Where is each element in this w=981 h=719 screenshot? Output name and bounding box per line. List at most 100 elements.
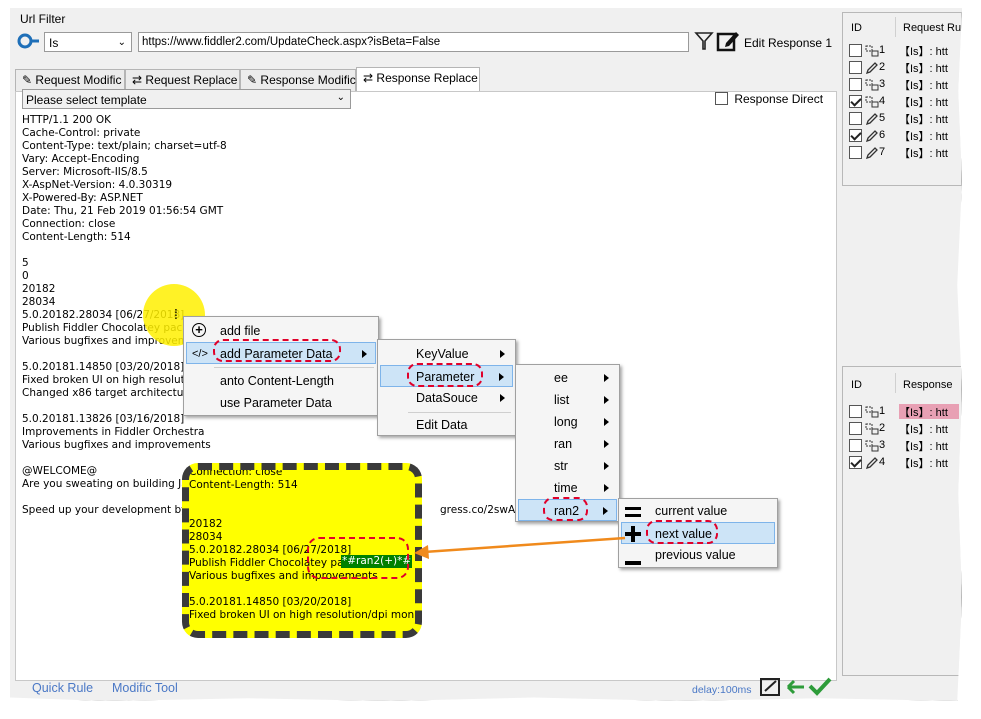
arrow-icon bbox=[414, 536, 626, 559]
url-filter-title: Url Filter bbox=[20, 12, 66, 26]
edit-response-label[interactable]: Edit Response 1 bbox=[744, 36, 832, 50]
rule-row[interactable]: 7 【Is】: htt bbox=[847, 145, 957, 161]
rule-id: 3 bbox=[879, 78, 886, 90]
editor-line: Various bugfixes and improvements bbox=[22, 439, 211, 451]
rule-checkbox[interactable] bbox=[849, 422, 862, 435]
rule-checkbox[interactable] bbox=[849, 112, 862, 125]
rule-row[interactable]: 2 【Is】: htt bbox=[847, 60, 957, 76]
url-input[interactable]: https://www.fiddler2.com/UpdateCheck.asp… bbox=[138, 32, 689, 52]
menu-item-label: use Parameter Data bbox=[220, 396, 332, 410]
rule-checkbox[interactable] bbox=[849, 95, 862, 108]
highlight-ring bbox=[407, 363, 483, 387]
rule-row[interactable]: 2 【Is】: htt bbox=[847, 421, 957, 437]
app-window: Url Filter Is ⌄ https://www.fiddler2.com… bbox=[10, 8, 962, 701]
menu-item-label: time bbox=[554, 481, 578, 495]
rule-id: 5 bbox=[879, 112, 886, 124]
menu-separator bbox=[408, 412, 511, 413]
zoom-line: Content-Length: 514 bbox=[189, 479, 298, 491]
rule-text: 【Is】: htt bbox=[899, 148, 948, 160]
tab-response-modific[interactable]: ✎ Response Modific bbox=[240, 69, 356, 91]
check-icon[interactable] bbox=[808, 676, 832, 699]
editor-line: Connection: close bbox=[22, 218, 116, 230]
resize-icon[interactable] bbox=[760, 677, 782, 700]
pencil-icon bbox=[865, 457, 879, 472]
menu-item-label: str bbox=[554, 459, 568, 473]
editor-line: 0 bbox=[22, 270, 29, 282]
rule-row[interactable]: 4 【Is】: htt bbox=[847, 455, 957, 471]
rule-text: 【Is】: htt bbox=[899, 131, 948, 143]
zoom-line bbox=[189, 505, 415, 518]
highlight-ring bbox=[307, 537, 409, 579]
menu-item-anto-content-length[interactable]: anto Content-Length bbox=[186, 370, 376, 392]
menu-item-use-parameter-data[interactable]: use Parameter Data bbox=[186, 392, 376, 414]
replace-icon bbox=[865, 96, 879, 111]
zoom-line bbox=[189, 583, 415, 596]
rule-id: 6 bbox=[879, 129, 886, 141]
rule-text: 【Is】: htt bbox=[899, 97, 948, 109]
rule-text: 【Is】: htt bbox=[899, 424, 948, 436]
rule-id: 1 bbox=[879, 44, 886, 56]
undo-icon[interactable] bbox=[784, 679, 806, 698]
menu-item-list[interactable]: list bbox=[518, 389, 617, 411]
rule-checkbox[interactable] bbox=[849, 146, 862, 159]
menu-item-keyvalue[interactable]: KeyValue bbox=[380, 343, 513, 365]
delay-label[interactable]: delay:100ms bbox=[692, 684, 752, 696]
tab-response-replace[interactable]: ⇄ Response Replace bbox=[356, 67, 480, 92]
menu-item-ee[interactable]: ee bbox=[518, 367, 617, 389]
rule-row[interactable]: 6 【Is】: htt bbox=[847, 128, 957, 144]
menu-item-label: list bbox=[554, 393, 570, 407]
rule-row[interactable]: 5 【Is】: htt bbox=[847, 111, 957, 127]
menu-item-label: add file bbox=[220, 324, 261, 338]
rule-checkbox[interactable] bbox=[849, 44, 862, 57]
rule-checkbox[interactable] bbox=[849, 456, 862, 469]
zoom-line: Connection: close bbox=[189, 466, 283, 478]
menu-item-time[interactable]: time bbox=[518, 477, 617, 499]
zoom-line: 5.0.20181.14850 [03/20/2018] bbox=[189, 596, 352, 608]
match-select[interactable]: Is ⌄ bbox=[44, 32, 132, 52]
rule-row[interactable]: 4 【Is】: htt bbox=[847, 94, 957, 110]
menu-item-label: Edit Data bbox=[416, 418, 468, 432]
rule-id: 4 bbox=[879, 456, 886, 468]
rule-checkbox[interactable] bbox=[849, 61, 862, 74]
quick-rule-tab[interactable]: Quick Rule bbox=[32, 681, 93, 695]
rule-checkbox[interactable] bbox=[849, 439, 862, 452]
context-menu-main: + add file </> add Parameter Data anto C… bbox=[183, 316, 379, 416]
editor-line: Improvements in Fiddler Orchestra bbox=[22, 426, 205, 438]
rule-checkbox[interactable] bbox=[849, 78, 862, 91]
menu-item-ran[interactable]: ran bbox=[518, 433, 617, 455]
pencil-icon bbox=[865, 62, 879, 77]
template-select[interactable]: Please select template ⌄ bbox=[22, 89, 351, 109]
menu-item-long[interactable]: long bbox=[518, 411, 617, 433]
menu-item-current-value[interactable]: current value bbox=[621, 500, 775, 522]
rule-text: 【Is】: htt bbox=[899, 441, 948, 453]
menu-separator bbox=[214, 367, 374, 368]
rule-row[interactable]: 3 【Is】: htt bbox=[847, 77, 957, 93]
tab-request-modific[interactable]: ✎ Request Modific bbox=[15, 69, 125, 91]
submenu-arrow-icon bbox=[604, 484, 609, 492]
menu-item-previous-value[interactable]: previous value bbox=[621, 544, 775, 566]
menu-item-datasouce[interactable]: DataSouce bbox=[380, 387, 513, 409]
rule-text: 【Is】: htt bbox=[899, 46, 948, 58]
rule-checkbox[interactable] bbox=[849, 129, 862, 142]
modific-tool-tab[interactable]: Modific Tool bbox=[112, 681, 178, 695]
response-direct-checkbox[interactable]: Response Direct bbox=[715, 92, 823, 108]
funnel-icon[interactable] bbox=[694, 30, 714, 52]
rule-row[interactable]: 3 【Is】: htt bbox=[847, 438, 957, 454]
pencil-icon bbox=[865, 113, 879, 128]
rule-id: 1 bbox=[879, 405, 886, 417]
checkbox[interactable] bbox=[715, 92, 728, 105]
edit-icon[interactable] bbox=[716, 29, 740, 53]
menu-item-edit-data[interactable]: Edit Data bbox=[380, 414, 513, 436]
tab-request-replace[interactable]: ⇄ Request Replace bbox=[125, 69, 240, 91]
text-cursor-icon: ⁞ bbox=[174, 306, 178, 322]
chevron-down-icon: ⌄ bbox=[336, 92, 345, 103]
rule-row[interactable]: 1 【Is】: htt bbox=[847, 404, 959, 420]
rule-checkbox[interactable] bbox=[849, 405, 862, 418]
menu-item-str[interactable]: str bbox=[518, 455, 617, 477]
menu-item-label: KeyValue bbox=[416, 347, 469, 361]
replace-icon: ⇄ bbox=[132, 73, 143, 87]
pencil-icon: ✎ bbox=[22, 73, 33, 87]
rule-row[interactable]: 1 【Is】: htt bbox=[847, 43, 957, 59]
filter-key-icon bbox=[17, 33, 39, 49]
